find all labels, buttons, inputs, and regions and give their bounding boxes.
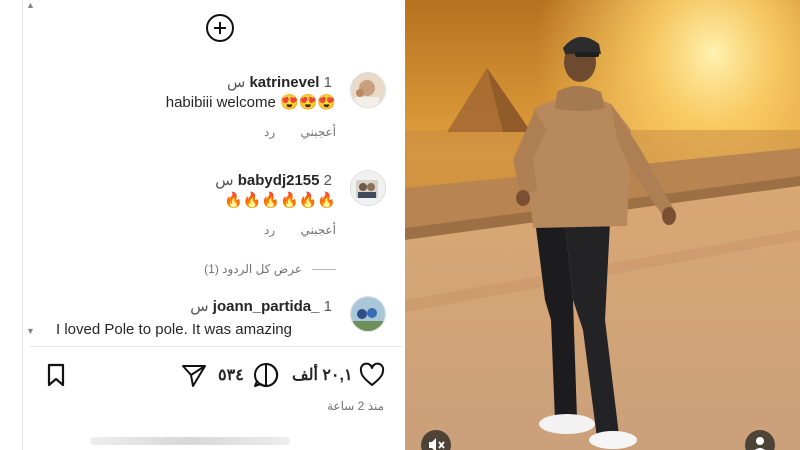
person-icon [755, 437, 765, 450]
likes-count: ٢٠,١ ألف [292, 367, 353, 384]
tagged-people-button[interactable] [745, 430, 775, 450]
comment-actions: أعجبني رد [36, 223, 336, 237]
comment-text: habibiii welcome 😍😍😍 [165, 94, 336, 111]
video-player[interactable] [405, 0, 800, 450]
bookmark-icon[interactable] [42, 361, 70, 389]
reply-button[interactable]: رد [264, 223, 275, 237]
like-comment-button[interactable]: أعجبني [301, 125, 336, 139]
speaker-muted-icon [429, 438, 445, 450]
comment-header: katrinevel 1 س [36, 74, 336, 92]
view-replies-label: عرض كل الردود (1) [204, 262, 302, 276]
comment-body: babydj2155 2 س 🔥🔥🔥🔥🔥🔥 أعجبني رد [36, 172, 336, 237]
post-time: منذ 2 ساعة [326, 399, 384, 413]
comments-panel: ▲ ▼ katrinevel 1 س habibiii welcome 😍😍😍 … [0, 0, 405, 450]
heart-icon[interactable] [358, 361, 386, 389]
comment-item: katrinevel 1 س habibiii welcome 😍😍😍 أعجب… [30, 72, 402, 152]
comment-body: joann_partida_ 1 س [36, 298, 336, 316]
comment-header: joann_partida_ 1 س [36, 298, 336, 316]
comment-actions: أعجبني رد [36, 125, 336, 139]
send-icon[interactable] [180, 361, 208, 389]
add-comment-area[interactable] [90, 437, 290, 445]
comment-username[interactable]: joann_partida_ [213, 298, 320, 315]
comment-header: babydj2155 2 س [36, 172, 336, 190]
mute-button[interactable] [421, 430, 451, 450]
view-replies-button[interactable]: عرض كل الردود (1) [204, 262, 336, 276]
plus-circle-icon[interactable] [206, 14, 234, 42]
reply-button[interactable]: رد [264, 125, 275, 139]
comment-icon[interactable] [252, 361, 280, 389]
like-comment-button[interactable]: أعجبني [301, 223, 336, 237]
comment-body: katrinevel 1 س habibiii welcome 😍😍😍 أعجب… [36, 74, 336, 139]
divider [312, 268, 336, 270]
comment-username[interactable]: katrinevel [249, 74, 319, 91]
video-frame [405, 0, 800, 450]
comment-text: 🔥🔥🔥🔥🔥🔥 [223, 192, 336, 209]
post-action-bar: ٥٣٤ ٢٠,١ ألف منذ 2 ساعة [30, 346, 402, 450]
screenshot: ▲ ▼ katrinevel 1 س habibiii welcome 😍😍😍 … [0, 0, 800, 450]
comments-list[interactable]: katrinevel 1 س habibiii welcome 😍😍😍 أعجب… [30, 0, 402, 346]
comment-item: babydj2155 2 س 🔥🔥🔥🔥🔥🔥 أعجبني رد [30, 170, 402, 250]
scrollbar-track[interactable] [22, 0, 23, 450]
avatar[interactable] [350, 170, 386, 206]
comments-count: ٥٣٤ [218, 367, 244, 384]
comment-username[interactable]: babydj2155 [238, 172, 320, 189]
comment-text: I loved Pole to pole. It was amazing [56, 321, 292, 338]
avatar[interactable] [350, 72, 386, 108]
